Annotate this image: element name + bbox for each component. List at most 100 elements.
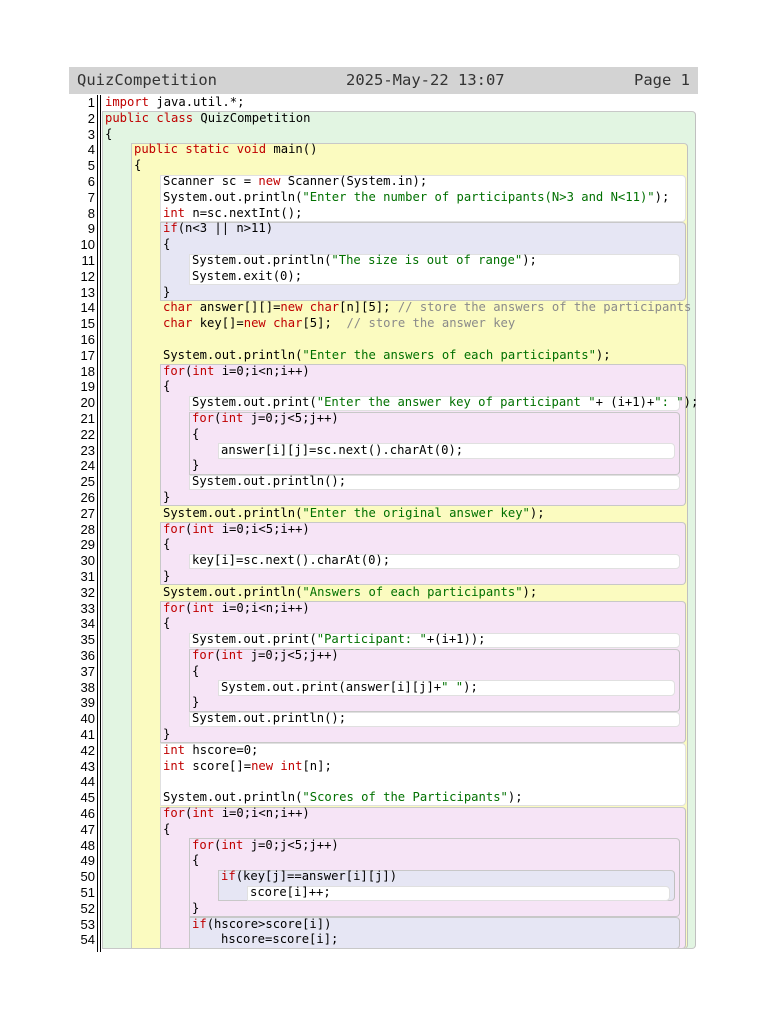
line-number: 13 [80,284,95,300]
gutter-divider [97,95,98,953]
code-token: System.out.println( [163,347,303,362]
code-line: import java.util.*; [105,95,244,111]
line-number: 7 [87,189,95,205]
line-number: 22 [80,426,95,442]
code-token: + (i+1)+ [595,395,655,410]
code-token: System.out.println( [163,790,303,805]
code-token: n=sc.nextInt(); [185,205,303,220]
line-number: 15 [80,316,95,332]
code-line: key[i]=sc.next().charAt(0); [192,553,390,569]
code-token: System.out.println(); [192,711,347,726]
string-literal: "Participant: " [316,632,427,647]
code-line: Scanner sc = new Scanner(System.in); [163,174,427,190]
code-line: { [192,853,199,869]
line-number: 11 [81,253,96,268]
code-printout-page: QuizCompetition 2025-May-22 13:07 Page 1… [0,0,768,1024]
code-token: System.out.println( [163,189,303,204]
line-number: 21 [80,411,95,426]
code-line: System.out.println("Enter the number of … [163,190,669,206]
code-line: } [192,695,199,711]
code-token: score[i]++; [250,885,331,899]
code-line: { [163,379,170,395]
line-number: 35 [80,632,95,648]
code-token: } [163,490,171,504]
code-line: { [163,822,170,838]
code-line: } [163,727,170,743]
code-token: (key[j]==answer[i][j]) [235,869,398,884]
keyword: int [163,205,186,220]
line-number: 23 [80,442,95,458]
code-line: public class QuizCompetition [105,111,310,127]
code-token: (hscore>score[i]) [206,916,332,931]
code-line: for(int j=0;j<5;j++) [192,838,339,854]
string-literal: "The size is out of range" [331,253,523,267]
code-line: } [192,458,199,474]
code-token: j=0;j<5;j++) [243,648,339,662]
code-line: if(n<3 || n>11) [163,221,273,237]
code-token: System.out.print(answer[i][j]+ [221,679,442,694]
line-number: 31 [80,569,95,584]
keyword: for [192,411,215,425]
code-token: key[i]=sc.next().charAt(0); [192,553,391,568]
print-date: 2025-May-22 13:07 [346,71,505,89]
code-line: char key[]=new char[5]; // store the ans… [163,316,515,332]
string-literal: "Answers of each participants" [302,584,523,599]
keyword: if [221,869,236,884]
keyword: for [163,600,186,615]
line-number: 53 [80,916,95,932]
code-token: i=0;i<5;i++) [214,521,310,536]
code-line: hscore=score[i]; [221,932,338,948]
line-number: 49 [80,853,95,869]
keyword: int [221,648,244,662]
code-token: } [163,284,171,299]
code-token: score[]= [185,758,252,773]
line-number: 45 [80,790,95,806]
line-number: 17 [80,347,95,363]
line-number: 39 [80,695,95,711]
line-number: 4 [87,142,95,158]
keyword: int [192,806,215,820]
code-token: System.exit(0); [192,268,303,283]
code-token: answer[][]= [192,300,281,315]
code-line: public static void main() [134,142,317,158]
code-token: System.out.println(); [192,474,347,489]
keyword: for [163,521,186,536]
code-token: } [163,727,171,741]
line-number: 26 [80,490,95,505]
line-number: 38 [80,679,95,695]
code-token: System.out.print( [192,632,317,647]
keyword: int [163,742,186,757]
line-number: 25 [80,474,95,490]
string-literal: "Enter the answer key of participant " [316,395,596,410]
keyword: public class [105,110,194,125]
string-literal: ": " [654,395,684,410]
code-token: System.out.println( [192,253,332,267]
page-number: Page 1 [634,71,690,89]
code-token: Scanner(System.in); [280,174,428,188]
keyword: for [192,648,215,662]
line-number: 30 [80,553,95,569]
code-token: [n]; [302,758,332,773]
code-token: ); [654,189,670,204]
code-token: key[]= [192,316,244,331]
string-literal: "Enter the answers of each participants" [302,347,596,362]
code-token: hscore=score[i]; [221,932,339,947]
string-literal: " " [441,679,464,694]
code-line: } [163,569,170,585]
code-line: for(int i=0;i<n;i++) [163,806,310,822]
code-token: { [163,379,171,394]
code-line: score[i]++; [250,885,331,901]
line-number: 50 [80,869,95,885]
code-line: for(int j=0;j<5;j++) [192,411,339,427]
code-token: i=0;i<n;i++) [214,363,310,378]
keyword: public static void [134,142,267,157]
code-line: System.out.println("Answers of each part… [163,585,537,601]
code-line: } [163,285,170,301]
code-line: { [134,158,141,174]
code-token: (n<3 || n>11) [177,221,274,236]
code-line: if(key[j]==answer[i][j]) [221,869,397,885]
code-token: { [163,821,171,836]
line-number: 28 [80,521,95,537]
line-number: 48 [80,837,95,853]
line-number: 8 [87,205,95,221]
